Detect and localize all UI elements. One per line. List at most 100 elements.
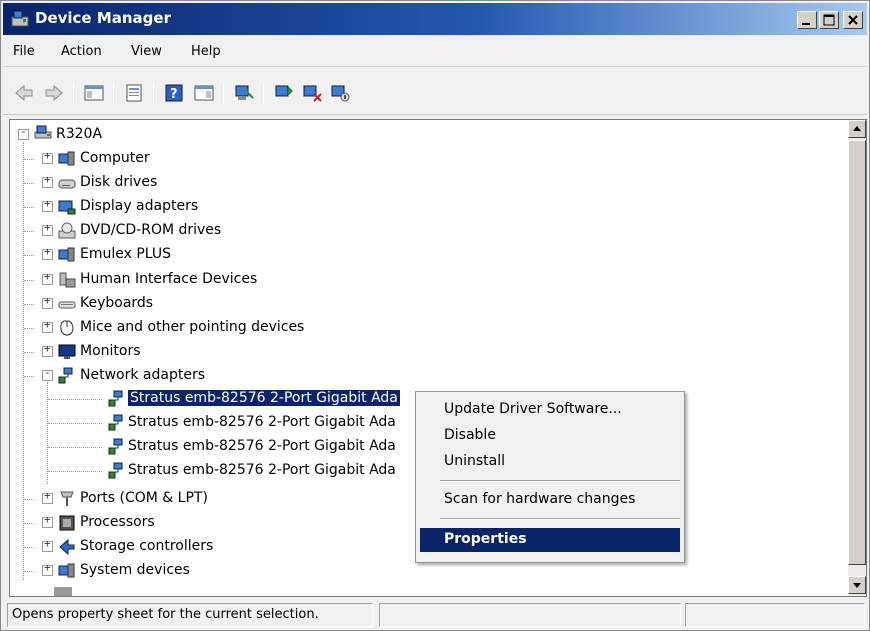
tree-guide	[24, 231, 34, 233]
expand-button[interactable]: +	[42, 198, 53, 213]
tree-category-label[interactable]: Network adapters	[80, 367, 205, 383]
expand-button[interactable]: +	[42, 271, 53, 285]
tree-category-row[interactable]: + Emulex PLUS	[10, 243, 830, 267]
minimize-button[interactable]	[797, 11, 817, 29]
tree-guide	[48, 423, 102, 425]
help-icon[interactable]: ?	[163, 82, 185, 104]
menu-file[interactable]: File	[13, 44, 35, 59]
tree-category-label[interactable]: DVD/CD-ROM drives	[80, 222, 221, 238]
network-adapter-label[interactable]: Stratus emb-82576 2-Port Gigabit Ada	[128, 390, 400, 406]
tree-category-label[interactable]: Keyboards	[80, 295, 153, 311]
tree-category-label[interactable]: Monitors	[80, 343, 141, 359]
menu-help[interactable]: Help	[191, 44, 221, 59]
expand-button[interactable]: +	[42, 150, 53, 164]
menu-disable-label: Disable	[444, 427, 496, 443]
disable-icon[interactable]	[329, 82, 351, 104]
tree-category-row[interactable]: + DVD/CD-ROM drives	[10, 219, 830, 243]
device-manager-window: Device Manager File Action View Help ? -…	[0, 0, 870, 631]
back-arrow-icon[interactable]	[13, 82, 35, 104]
action-pane-icon[interactable]	[193, 82, 215, 104]
maximize-button[interactable]	[819, 11, 839, 29]
device-manager-icon	[11, 10, 29, 27]
status-cell-2	[379, 603, 681, 627]
toolbar-separator	[73, 83, 74, 105]
tree-guide	[24, 207, 34, 209]
menu-uninstall[interactable]: Uninstall	[420, 450, 680, 474]
tree-category-label[interactable]: Display adapters	[80, 198, 198, 214]
expand-button[interactable]: +	[42, 246, 53, 261]
expand-button[interactable]: +	[42, 562, 53, 577]
tree-category-label[interactable]: Ports (COM & LPT)	[80, 490, 208, 506]
expand-button[interactable]: +	[42, 343, 53, 357]
update-driver-icon[interactable]	[233, 82, 255, 104]
tree-guide	[24, 547, 34, 549]
tree-category-row[interactable]: + Monitors	[10, 340, 830, 364]
collapse-button[interactable]: -	[42, 367, 53, 381]
network-adapter-label[interactable]: Stratus emb-82576 2-Port Gigabit Ada	[128, 462, 396, 478]
computer-root-icon	[34, 125, 52, 139]
tree-guide	[24, 571, 34, 573]
network-adapter-row[interactable]: Stratus emb-82576 2-Port Gigabit Ada	[10, 387, 450, 411]
expand-button[interactable]: +	[42, 319, 53, 333]
scan-hardware-icon[interactable]	[273, 82, 295, 104]
system-device-icon	[58, 563, 75, 578]
tree-category-label[interactable]: System devices	[80, 562, 190, 578]
uninstall-icon[interactable]	[301, 82, 323, 104]
menu-action[interactable]: Action	[61, 44, 102, 59]
tree-category-label[interactable]: Computer	[80, 150, 150, 166]
tree-category-row[interactable]: + Display adapters	[10, 195, 830, 219]
network-adapter-row[interactable]: Stratus emb-82576 2-Port Gigabit Ada	[10, 411, 450, 435]
collapse-root[interactable]: -	[18, 126, 29, 140]
tree-category-row[interactable]: + Disk drives	[10, 171, 830, 195]
title-bar[interactable]: Device Manager	[3, 3, 867, 35]
mouse-icon	[60, 320, 74, 336]
menu-disable[interactable]: Disable	[420, 424, 680, 448]
menu-scan-hardware[interactable]: Scan for hardware changes	[420, 488, 680, 512]
tree-guide	[24, 255, 34, 257]
scroll-up-button[interactable]	[848, 120, 866, 138]
expand-button[interactable]: +	[42, 490, 53, 504]
menu-view[interactable]: View	[131, 44, 162, 59]
tree-category-row[interactable]: + Human Interface Devices	[10, 268, 830, 292]
vertical-scrollbar[interactable]	[848, 120, 866, 596]
menu-properties-label: Properties	[444, 531, 527, 547]
context-menu: Update Driver Software... Disable Uninst…	[415, 391, 685, 563]
scroll-down-button[interactable]	[848, 576, 866, 594]
menu-update-driver[interactable]: Update Driver Software...	[420, 398, 680, 422]
tree-guide	[24, 279, 34, 281]
expand-button[interactable]: +	[42, 538, 53, 553]
tree-category-row[interactable]: - Network adapters	[10, 364, 830, 388]
menu-separator	[440, 518, 680, 520]
tree-category-row[interactable]: + Mice and other pointing devices	[10, 316, 830, 340]
hid-icon	[59, 272, 76, 287]
tree-category-label[interactable]: Disk drives	[80, 174, 157, 190]
properties-icon[interactable]	[123, 82, 145, 104]
network-adapter-label[interactable]: Stratus emb-82576 2-Port Gigabit Ada	[128, 414, 396, 430]
forward-arrow-icon[interactable]	[43, 82, 65, 104]
expand-button[interactable]: +	[42, 222, 53, 237]
toolbar-separator	[263, 83, 264, 105]
expand-button[interactable]: +	[42, 174, 53, 189]
tree-category-row[interactable]: + Keyboards	[10, 292, 830, 316]
arrow-up-icon	[853, 126, 861, 131]
menu-properties[interactable]: Properties	[420, 528, 680, 552]
close-button[interactable]	[843, 11, 863, 29]
port-icon	[60, 491, 74, 506]
network-adapter-row[interactable]: Stratus emb-82576 2-Port Gigabit Ada	[10, 459, 450, 483]
tree-root-label[interactable]: R320A	[56, 126, 102, 142]
tree-category-label[interactable]: Storage controllers	[80, 538, 213, 554]
network-adapter-label[interactable]: Stratus emb-82576 2-Port Gigabit Ada	[128, 438, 396, 454]
tree-category-label[interactable]: Mice and other pointing devices	[80, 319, 304, 335]
tree-category-label[interactable]: Emulex PLUS	[80, 246, 171, 262]
tree-category-label[interactable]: Processors	[80, 514, 155, 530]
tree-category-label[interactable]: Human Interface Devices	[80, 271, 257, 287]
menu-bar: File Action View Help	[3, 37, 867, 67]
tree-category-row[interactable]: + Computer	[10, 147, 830, 171]
tree-guide	[24, 523, 34, 525]
status-text: Opens property sheet for the current sel…	[12, 607, 319, 622]
scroll-thumb[interactable]	[848, 140, 866, 565]
network-adapter-row[interactable]: Stratus emb-82576 2-Port Gigabit Ada	[10, 435, 450, 459]
show-hide-tree-icon[interactable]	[83, 82, 105, 104]
expand-button[interactable]: +	[42, 295, 53, 309]
expand-button[interactable]: +	[42, 514, 53, 529]
